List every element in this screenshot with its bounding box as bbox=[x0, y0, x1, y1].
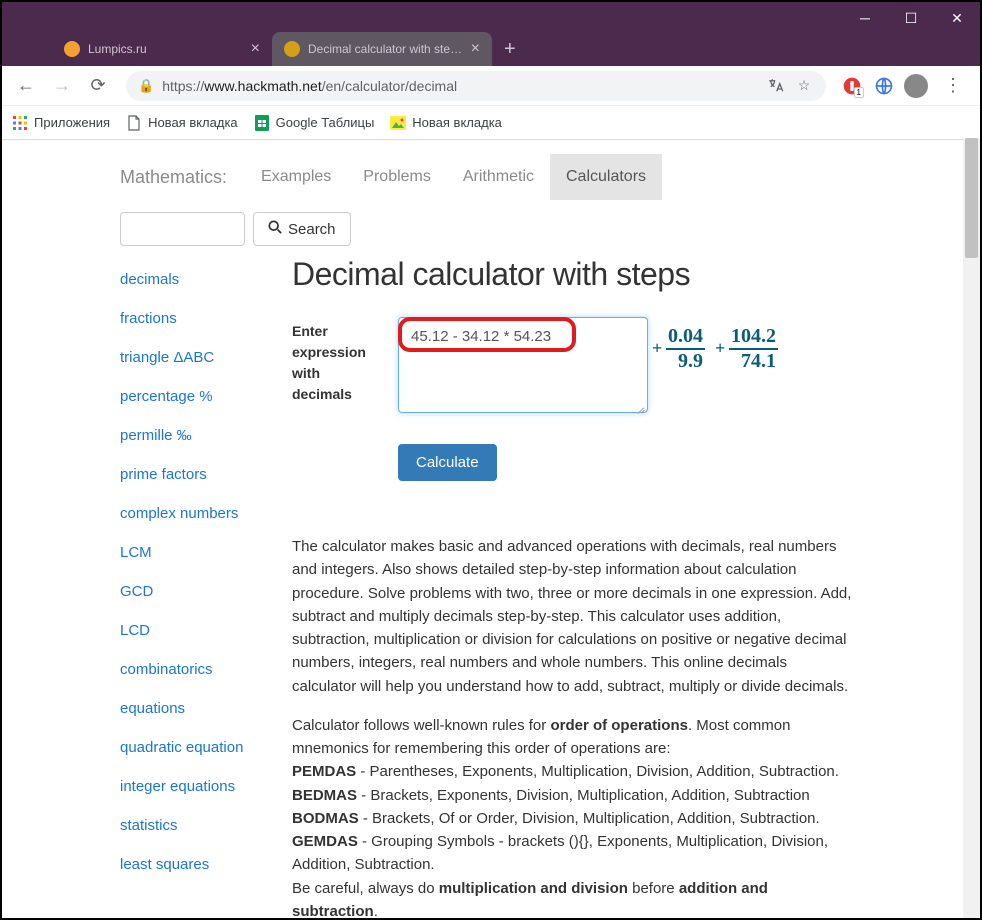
page-title: Decimal calculator with steps bbox=[292, 256, 950, 293]
expression-label: Enter expression with decimals bbox=[292, 317, 380, 405]
sidebar-item-quadratic[interactable]: quadratic equation bbox=[120, 728, 290, 767]
back-button[interactable]: ← bbox=[10, 70, 42, 102]
nav-title: Mathematics: bbox=[120, 167, 227, 188]
scrollbar[interactable] bbox=[963, 138, 980, 918]
favicon-lumpics bbox=[64, 41, 80, 57]
url-text: https://www.hackmath.net/en/calculator/d… bbox=[162, 78, 758, 94]
search-input[interactable] bbox=[120, 212, 245, 246]
menu-button[interactable]: ⋮ bbox=[934, 75, 972, 96]
tab-title: Lumpics.ru bbox=[88, 42, 147, 56]
description-p2: Calculator follows well-known rules for … bbox=[292, 714, 852, 918]
sidebar-item-triangle[interactable]: triangle ΔABC bbox=[120, 338, 290, 377]
sidebar-item-least-squares[interactable]: least squares bbox=[120, 845, 290, 884]
tab-hackmath[interactable]: Decimal calculator with steps × bbox=[272, 32, 492, 66]
sidebar-item-permille[interactable]: permille ‰ bbox=[120, 416, 290, 455]
sidebar-item-equations[interactable]: equations bbox=[120, 689, 290, 728]
sidebar-item-integer-eq[interactable]: integer equations bbox=[120, 767, 290, 806]
sidebar: decimals fractions triangle ΔABC percent… bbox=[120, 256, 290, 918]
page-icon bbox=[126, 115, 142, 131]
browser-toolbar: ← → ⟳ 🔒 https://www.hackmath.net/en/calc… bbox=[2, 66, 980, 106]
tab-lumpics[interactable]: Lumpics.ru × bbox=[52, 32, 272, 66]
star-icon[interactable]: ☆ bbox=[794, 76, 814, 96]
nav-problems[interactable]: Problems bbox=[347, 154, 447, 200]
sidebar-item-fractions[interactable]: fractions bbox=[120, 299, 290, 338]
resize-handle[interactable] bbox=[635, 403, 645, 413]
extension-adblock-icon[interactable]: 1 bbox=[838, 72, 866, 100]
tab-title: Decimal calculator with steps bbox=[308, 42, 463, 56]
profile-avatar[interactable] bbox=[902, 72, 930, 100]
bookmarks-bar: Приложения Новая вкладка Google Таблицы … bbox=[2, 106, 980, 140]
description: The calculator makes basic and advanced … bbox=[292, 535, 852, 918]
sheets-icon bbox=[254, 115, 270, 131]
address-bar[interactable]: 🔒 https://www.hackmath.net/en/calculator… bbox=[126, 71, 826, 101]
sidebar-item-statistics[interactable]: statistics bbox=[120, 806, 290, 845]
extension-globe-icon[interactable] bbox=[870, 72, 898, 100]
search-button[interactable]: Search bbox=[253, 212, 351, 246]
scrollbar-thumb[interactable] bbox=[965, 138, 978, 258]
sidebar-item-gcd[interactable]: GCD bbox=[120, 572, 290, 611]
close-icon[interactable]: × bbox=[471, 41, 480, 57]
bookmark-item[interactable]: Google Таблицы bbox=[254, 115, 375, 131]
close-icon[interactable]: × bbox=[251, 41, 260, 57]
apps-icon bbox=[12, 115, 28, 131]
sidebar-item-combinatorics[interactable]: combinatorics bbox=[120, 650, 290, 689]
description-p1: The calculator makes basic and advanced … bbox=[292, 535, 852, 698]
search-icon bbox=[268, 220, 282, 238]
translate-icon[interactable] bbox=[766, 76, 786, 96]
reload-button[interactable]: ⟳ bbox=[82, 70, 114, 102]
expression-input[interactable]: 45.12 - 34.12 * 54.23 bbox=[398, 317, 648, 413]
bookmark-label: Google Таблицы bbox=[276, 115, 375, 130]
sidebar-item-lcm[interactable]: LCM bbox=[120, 533, 290, 572]
maximize-button[interactable]: ☐ bbox=[888, 2, 934, 34]
bookmark-label: Новая вкладка bbox=[148, 115, 238, 130]
examples-illustration: + 0.04 9.9 + 104.2 74.1 bbox=[666, 317, 778, 373]
close-button[interactable]: ✕ bbox=[934, 2, 980, 34]
lock-icon: 🔒 bbox=[138, 78, 154, 94]
sidebar-item-decimals[interactable]: decimals bbox=[120, 260, 290, 299]
site-nav: Mathematics: Examples Problems Arithmeti… bbox=[120, 154, 950, 200]
bookmark-label: Приложения bbox=[34, 115, 110, 130]
bookmark-label: Новая вкладка bbox=[412, 115, 502, 130]
search-button-label: Search bbox=[288, 221, 336, 238]
favicon-hackmath bbox=[284, 41, 300, 57]
extension-badge: 1 bbox=[854, 87, 864, 98]
sidebar-item-complex[interactable]: complex numbers bbox=[120, 494, 290, 533]
bookmark-item[interactable]: Новая вкладка bbox=[126, 115, 238, 131]
nav-examples[interactable]: Examples bbox=[245, 154, 347, 200]
new-tab-button[interactable]: + bbox=[492, 32, 528, 66]
browser-titlebar: Lumpics.ru × Decimal calculator with ste… bbox=[2, 2, 980, 66]
bookmark-item[interactable]: Новая вкладка bbox=[390, 115, 502, 131]
image-icon bbox=[390, 115, 406, 131]
nav-arithmetic[interactable]: Arithmetic bbox=[447, 154, 550, 200]
calculate-button[interactable]: Calculate bbox=[398, 444, 497, 481]
sidebar-item-lcd[interactable]: LCD bbox=[120, 611, 290, 650]
forward-button[interactable]: → bbox=[46, 70, 78, 102]
nav-calculators[interactable]: Calculators bbox=[550, 154, 662, 200]
sidebar-item-prime[interactable]: prime factors bbox=[120, 455, 290, 494]
apps-button[interactable]: Приложения bbox=[12, 115, 110, 131]
minimize-button[interactable]: ─ bbox=[842, 2, 888, 34]
sidebar-item-percentage[interactable]: percentage % bbox=[120, 377, 290, 416]
